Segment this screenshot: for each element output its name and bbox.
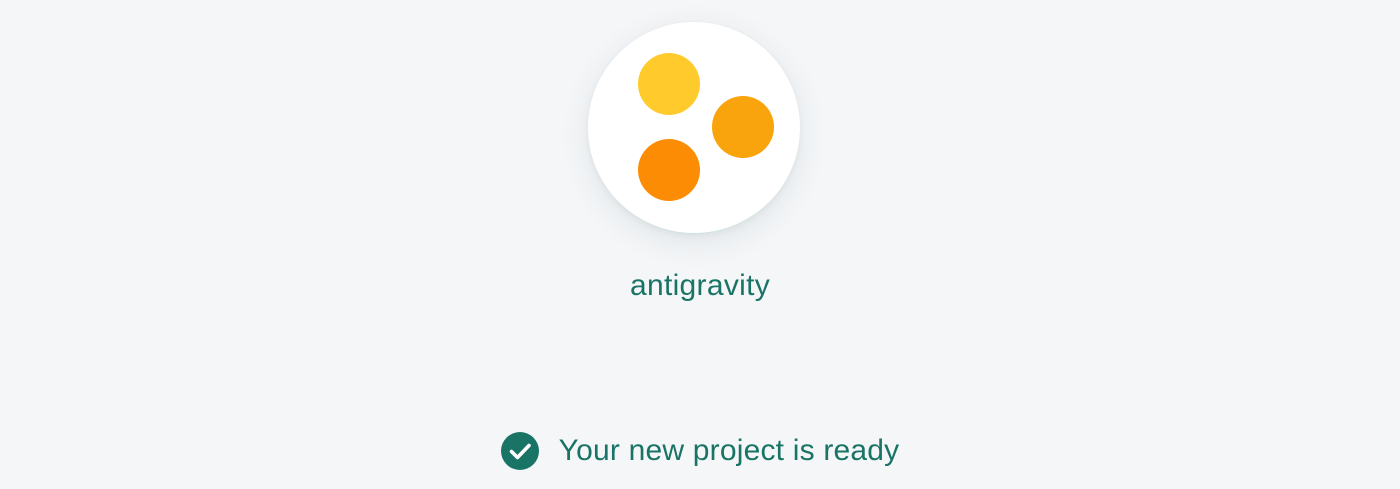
status-text: Your new project is ready <box>558 434 900 467</box>
amber-dot-icon <box>712 96 774 158</box>
project-logo <box>588 22 800 234</box>
check-circle-icon <box>500 432 539 470</box>
project-name: antigravity <box>629 269 771 302</box>
orange-dot-icon <box>638 139 700 201</box>
project-ready-screen: antigravity Your new project is ready <box>0 0 1400 489</box>
status-message: Your new project is ready <box>0 428 1400 474</box>
yellow-dot-icon <box>638 53 700 115</box>
